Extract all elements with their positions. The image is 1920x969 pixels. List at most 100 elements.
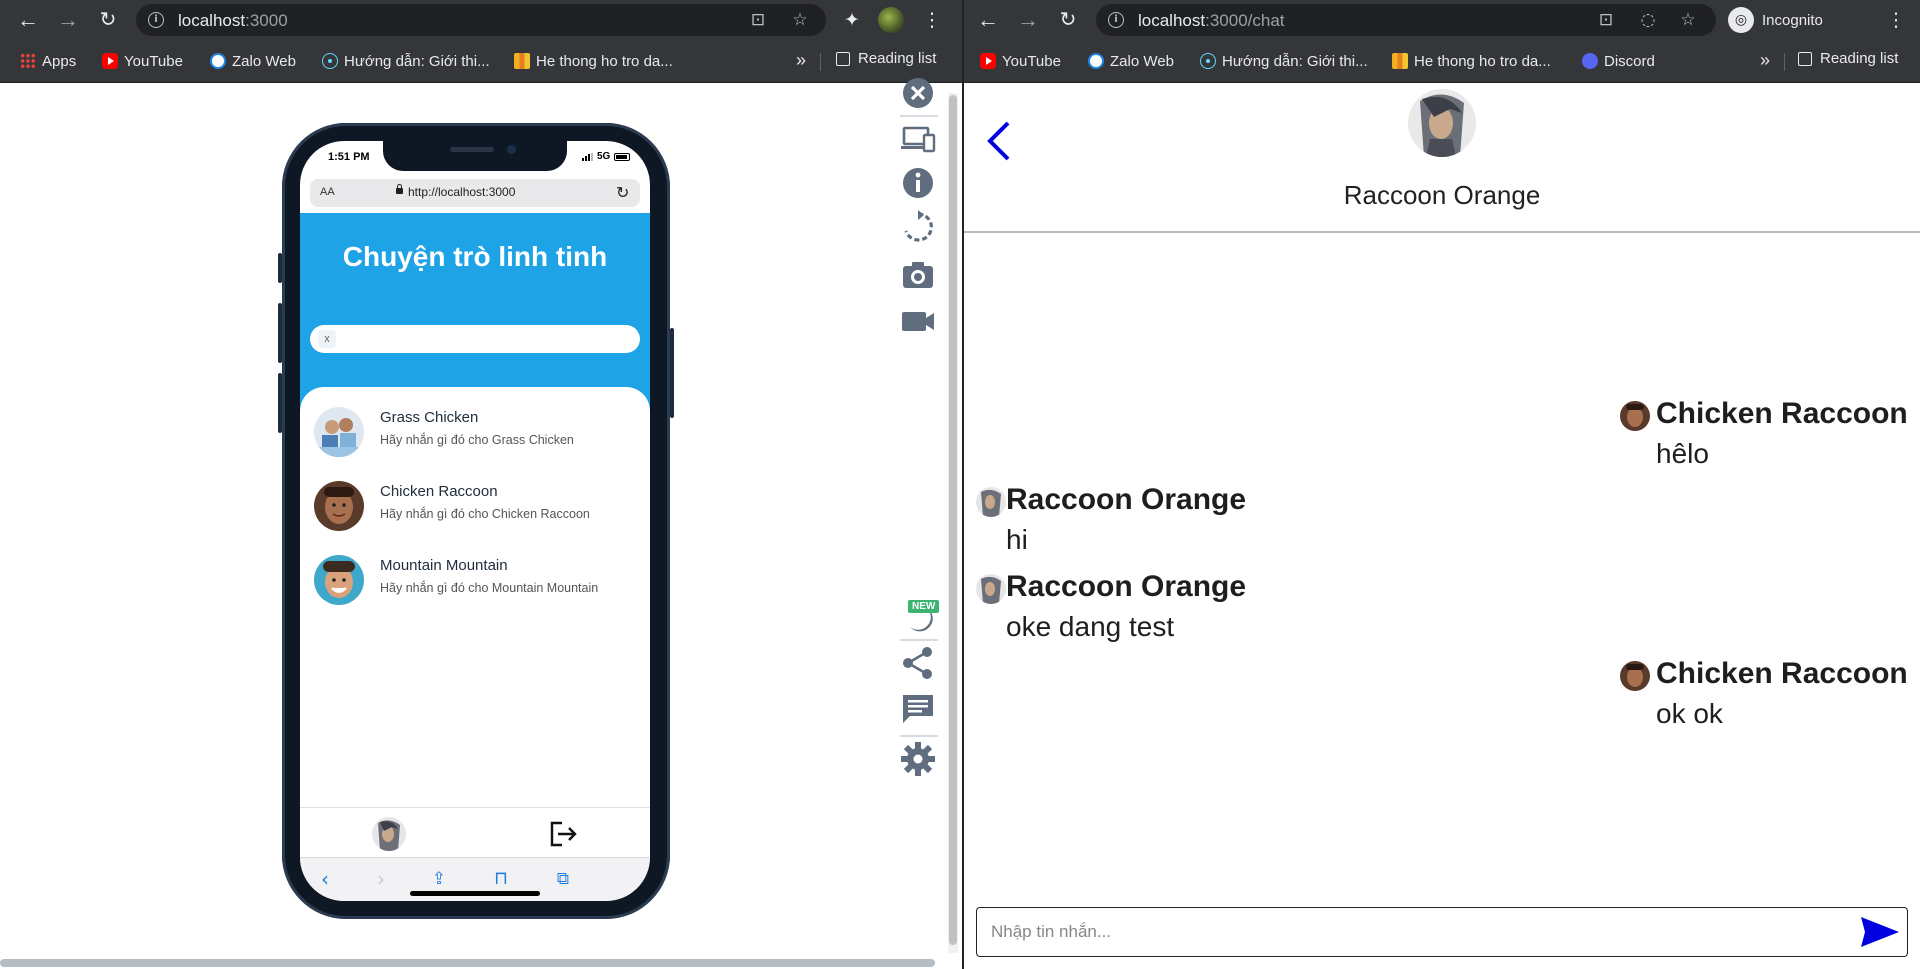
youtube-icon: [980, 53, 996, 69]
bookmark-zalo[interactable]: Zalo Web: [1088, 50, 1174, 72]
site-info-icon[interactable]: i: [1108, 12, 1124, 28]
bookmarks-divider: [820, 53, 821, 71]
bookmark-react-guide[interactable]: Hướng dẫn: Giới thi...: [1200, 50, 1368, 72]
menu-kebab-icon[interactable]: ⋮: [1882, 6, 1910, 34]
message-avatar: [976, 487, 1006, 517]
bookmarks-bar: YouTube Zalo Web Hướng dẫn: Giới thi... …: [964, 40, 1920, 83]
message-text: hi: [1006, 524, 1028, 555]
search-clear-button[interactable]: x: [318, 330, 336, 348]
safari-reload-icon[interactable]: ↻: [616, 183, 629, 202]
reload-icon[interactable]: ↻: [94, 6, 122, 34]
forward-arrow-icon[interactable]: →: [54, 6, 82, 34]
screenshot-camera-icon[interactable]: [900, 257, 936, 293]
ht-icon: [1392, 53, 1408, 69]
record-video-icon[interactable]: [900, 303, 936, 339]
bookmark-discord[interactable]: Discord: [1582, 50, 1655, 72]
react-icon: [322, 53, 338, 69]
safari-url: http://localhost:3000: [408, 185, 516, 199]
search-input[interactable]: x: [310, 325, 640, 353]
discord-icon: [1582, 53, 1598, 69]
safari-tabs-icon[interactable]: ⧉: [550, 866, 576, 892]
safari-forward-icon[interactable]: ›: [368, 866, 394, 892]
message-input[interactable]: [977, 908, 1885, 955]
extensions-puzzle-icon[interactable]: ✦: [838, 6, 866, 34]
reload-icon[interactable]: ↻: [1054, 6, 1082, 34]
back-chevron-icon[interactable]: [982, 119, 1018, 163]
ht-icon: [514, 53, 530, 69]
reading-list-icon: [1798, 51, 1812, 66]
safari-address-bar[interactable]: AA http://localhost:3000 ↻: [310, 179, 640, 207]
contact-subtitle: Hãy nhắn gì đó cho Grass Chicken: [380, 433, 574, 447]
left-toolbar: ← → ↻ i localhost:3000 ⊡ ☆ ✦ ⋮: [0, 0, 962, 40]
contact-avatar: [314, 407, 364, 457]
translate-icon[interactable]: ⊡: [1596, 10, 1616, 30]
reading-list-button[interactable]: Reading list: [836, 50, 936, 67]
contact-name: Chicken Raccoon: [380, 483, 498, 500]
message-sender: Chicken Raccoon: [1656, 397, 1908, 430]
contact-list: Grass Chicken Hãy nhắn gì đó cho Grass C…: [300, 387, 650, 807]
bookmark-he-thong[interactable]: He thong ho tro da...: [1392, 50, 1551, 72]
safari-back-icon[interactable]: ‹: [312, 866, 338, 892]
logout-icon[interactable]: [548, 820, 578, 848]
back-arrow-icon[interactable]: ←: [974, 6, 1002, 34]
bookmark-youtube[interactable]: YouTube: [980, 50, 1061, 72]
bookmark-he-thong[interactable]: He thong ho tro da...: [514, 50, 673, 72]
back-arrow-icon[interactable]: ←: [14, 6, 42, 34]
share-icon[interactable]: [900, 645, 936, 681]
bookmarks-overflow-chevron[interactable]: »: [1760, 50, 1770, 71]
bookmark-star-icon[interactable]: ☆: [790, 10, 810, 30]
translate-icon[interactable]: ⊡: [748, 10, 768, 30]
address-bar[interactable]: i localhost:3000/chat ⊡ ◌ ☆: [1096, 4, 1716, 36]
forward-arrow-icon[interactable]: →: [1014, 6, 1042, 34]
contact-item[interactable]: Mountain Mountain Hãy nhắn gì đó cho Mou…: [300, 543, 650, 623]
lock-icon: [396, 184, 403, 194]
message-avatar: [976, 574, 1006, 604]
menu-kebab-icon[interactable]: ⋮: [918, 6, 946, 34]
scrollbar-thumb[interactable]: [949, 95, 957, 945]
address-url: localhost:3000: [178, 11, 288, 30]
chat-header: Raccoon Orange: [964, 83, 1920, 233]
bookmark-zalo[interactable]: Zalo Web: [210, 50, 296, 72]
contact-item[interactable]: Grass Chicken Hãy nhắn gì đó cho Grass C…: [300, 395, 650, 475]
info-icon[interactable]: [900, 165, 936, 201]
bookmark-react-guide[interactable]: Hướng dẫn: Giới thi...: [322, 50, 490, 72]
apps-grid-icon: [20, 53, 36, 69]
phone-side-button: [670, 328, 674, 418]
contact-name: Mountain Mountain: [380, 557, 508, 574]
safari-bookmarks-icon[interactable]: ⊓: [488, 866, 514, 892]
app-bottom-bar: [300, 807, 650, 858]
send-icon[interactable]: [1857, 914, 1901, 950]
contact-item[interactable]: Chicken Raccoon Hãy nhắn gì đó cho Chick…: [300, 469, 650, 549]
contact-avatar: [314, 481, 364, 531]
vertical-scrollbar[interactable]: [948, 93, 958, 953]
bookmarks-bar: Apps YouTube Zalo Web Hướng dẫn: Giới th…: [0, 40, 962, 83]
horizontal-scrollbar[interactable]: [0, 959, 935, 967]
bookmarks-divider: [1784, 53, 1785, 71]
message-avatar: [1620, 661, 1650, 691]
safari-share-icon[interactable]: ⇪: [426, 866, 452, 892]
devices-icon[interactable]: [900, 121, 936, 157]
bookmarks-overflow-chevron[interactable]: »: [796, 50, 806, 71]
rotate-icon[interactable]: [900, 209, 936, 245]
eye-off-icon[interactable]: ◌: [1638, 10, 1658, 30]
close-icon[interactable]: [900, 75, 936, 111]
settings-gear-icon[interactable]: [900, 741, 936, 777]
partner-avatar: [1408, 89, 1476, 157]
responsive-viewer: 1:51 PM 5G AA http://localhost:3000 ↻ Ch…: [0, 78, 962, 969]
reading-list-button[interactable]: Reading list: [1798, 50, 1898, 67]
my-avatar[interactable]: [372, 817, 406, 851]
profile-avatar[interactable]: [878, 7, 904, 33]
site-info-icon[interactable]: i: [148, 12, 164, 28]
bookmark-apps[interactable]: Apps: [20, 50, 76, 72]
app-header: Chuyện trò linh tinh x: [300, 213, 650, 413]
feedback-chat-icon[interactable]: [900, 691, 936, 727]
youtube-icon: [102, 53, 118, 69]
incognito-indicator[interactable]: ◎ Incognito: [1728, 6, 1823, 34]
bookmark-star-icon[interactable]: ☆: [1678, 10, 1698, 30]
incognito-icon: ◎: [1728, 7, 1754, 33]
safari-reader-button[interactable]: AA: [320, 186, 335, 198]
message-text: ok ok: [1656, 698, 1723, 729]
address-bar[interactable]: i localhost:3000 ⊡ ☆: [136, 4, 826, 36]
phone-notch: [383, 141, 567, 171]
bookmark-youtube[interactable]: YouTube: [102, 50, 183, 72]
